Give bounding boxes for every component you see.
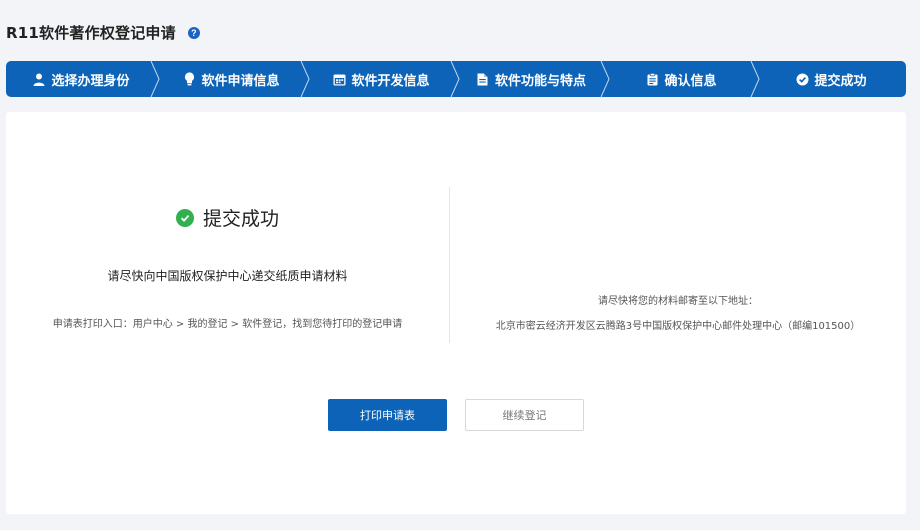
progress-steps: 选择办理身份 软件申请信息 软件开发信息 软件功能与特点 确认信息 提交成功 [6,61,906,97]
success-heading: 提交成功 [6,204,449,231]
mail-address: 北京市密云经济开发区云腾路3号中国版权保护中心邮件处理中心（邮编101500） [495,321,861,332]
step-label: 确认信息 [664,73,717,89]
step-submit-success[interactable]: 提交成功 [756,61,906,97]
page-header: R11软件著作权登记申请 ? [6,22,200,43]
page-title: R11软件著作权登记申请 [6,24,176,42]
print-entry-hint: 申请表打印入口：用户中心 > 我的登记 > 软件登记，找到您待打印的登记申请 [52,319,403,330]
mail-intro: 请尽快将您的材料邮寄至以下地址： [598,296,758,307]
step-separator [750,61,760,97]
success-check-icon [175,208,194,227]
step-label: 软件功能与特点 [494,73,586,89]
step-software-development[interactable]: 软件开发信息 [306,61,460,97]
step-separator [600,61,610,97]
print-application-button[interactable]: 打印申请表 [328,399,447,431]
step-label: 选择办理身份 [51,73,130,89]
success-title: 提交成功 [202,208,279,230]
step-label: 提交成功 [814,73,867,89]
step-separator [150,61,160,97]
step-separator [450,61,460,97]
clipboard-icon [645,72,659,86]
user-icon [32,72,46,86]
result-panel: 提交成功 请尽快向中国版权保护中心递交纸质申请材料 申请表打印入口：用户中心 >… [6,112,906,514]
step-label: 软件申请信息 [201,73,280,89]
step-software-features[interactable]: 软件功能与特点 [456,61,610,97]
submit-instruction: 请尽快向中国版权保护中心递交纸质申请材料 [107,269,348,283]
lightbulb-icon [182,72,196,86]
step-confirm-info[interactable]: 确认信息 [606,61,760,97]
continue-registration-button[interactable]: 继续登记 [465,399,584,431]
check-circle-icon [795,72,809,86]
step-software-application[interactable]: 软件申请信息 [156,61,310,97]
step-separator [300,61,310,97]
step-select-identity[interactable]: 选择办理身份 [6,61,160,97]
step-label: 软件开发信息 [351,73,430,89]
question-circle-icon[interactable]: ? [187,26,200,39]
document-icon [476,72,490,86]
calendar-icon [332,72,346,86]
